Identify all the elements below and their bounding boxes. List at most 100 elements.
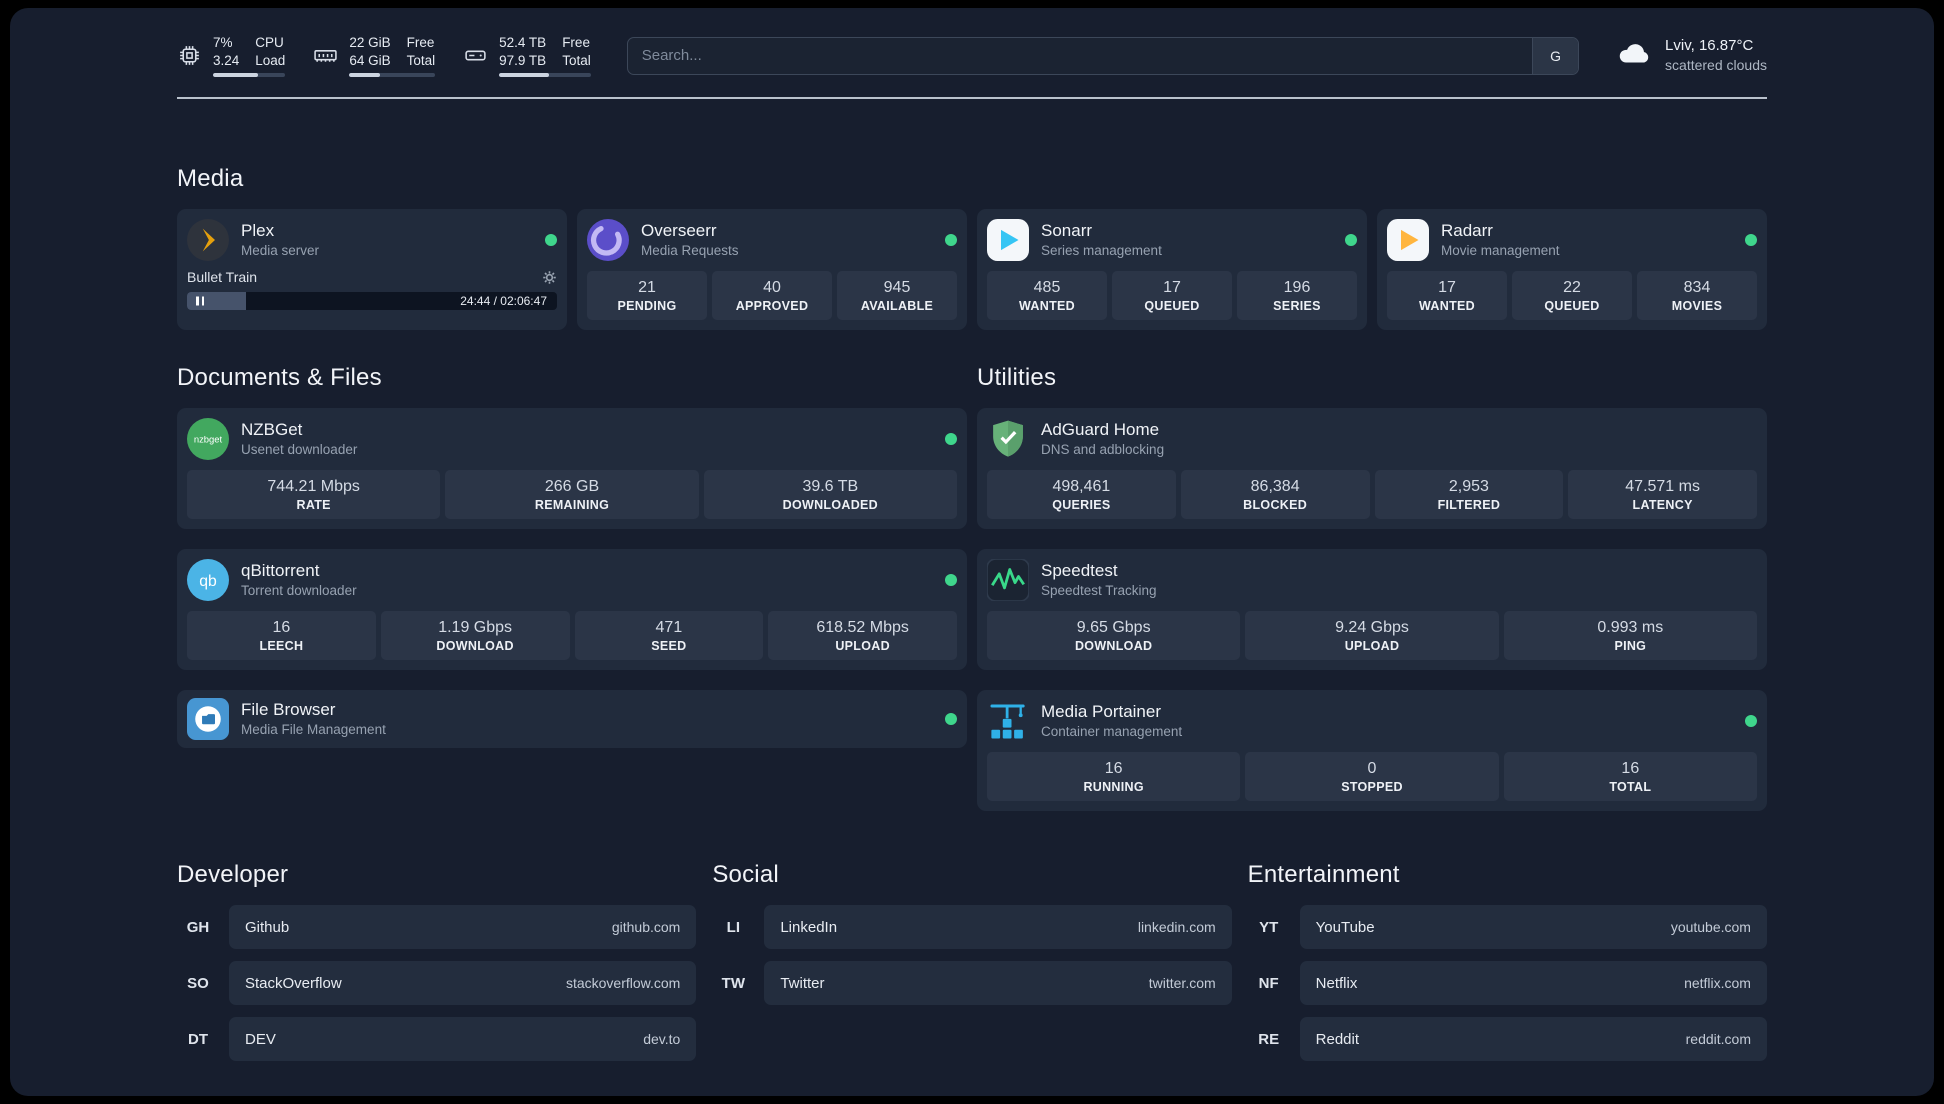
- developer-section: Developer GH Github github.com SO StackO…: [177, 861, 697, 1073]
- portainer-titles: Media Portainer Container management: [1041, 701, 1733, 741]
- bookmark-url: reddit.com: [1685, 1031, 1751, 1048]
- filebrowser-card[interactable]: File Browser Media File Management: [177, 690, 967, 749]
- pause-icon[interactable]: [196, 296, 204, 306]
- service-title: Sonarr: [1041, 221, 1093, 241]
- search-input[interactable]: [627, 37, 1533, 74]
- stat-label: LEECH: [259, 639, 304, 654]
- stat-queued: 22 QUEUED: [1512, 271, 1632, 321]
- stat-value: 744.21 Mbps: [267, 478, 360, 496]
- media-section-title: Media: [177, 165, 244, 193]
- status-dot: [1345, 234, 1357, 247]
- adguard-card[interactable]: AdGuard Home DNS and adblocking 498,461 …: [977, 408, 1767, 530]
- plex-card[interactable]: Plex Media server Bullet Train 24:44 / 0…: [177, 209, 567, 331]
- stat-label: SERIES: [1273, 299, 1321, 314]
- cpu-chip-icon: [177, 43, 202, 68]
- overseerr-card[interactable]: Overseerr Media Requests 21 PENDING 40 A…: [577, 209, 967, 331]
- bookmark-twitter[interactable]: Twitter twitter.com: [764, 961, 1232, 1006]
- speedtest-card[interactable]: Speedtest Speedtest Tracking 9.65 Gbps D…: [977, 549, 1767, 671]
- memory-total-label: Total: [406, 52, 436, 68]
- bookmark-dev[interactable]: DEV dev.to: [229, 1017, 697, 1062]
- cpu-usage-bar: [213, 73, 286, 78]
- stat-value: 47.571 ms: [1625, 478, 1700, 496]
- bookmark-row: DT DEV dev.to: [177, 1017, 697, 1062]
- stat-stopped: 0 STOPPED: [1245, 752, 1499, 802]
- stat-label: SEED: [651, 639, 687, 654]
- service-subtitle: DNS and adblocking: [1041, 442, 1165, 458]
- disk-widget: 52.4 TB Free 97.9 TB Total: [463, 34, 591, 78]
- service-title: qBittorrent: [241, 561, 320, 581]
- bookmark-name: Github: [245, 918, 290, 936]
- bookmark-abbr: YT: [1259, 918, 1279, 936]
- bookmark-name: Twitter: [780, 974, 825, 992]
- qbittorrent-stats: 16 LEECH 1.19 Gbps DOWNLOAD 471 SEED 618…: [187, 611, 957, 661]
- speedtest-titles: Speedtest Speedtest Tracking: [1041, 560, 1757, 600]
- search-provider-button[interactable]: G: [1532, 37, 1579, 74]
- stat-value: 17: [1163, 279, 1181, 297]
- nzbget-icon: nzbget: [187, 418, 229, 461]
- stat-value: 9.24 Gbps: [1335, 619, 1409, 637]
- portainer-card[interactable]: Media Portainer Container management 16 …: [977, 690, 1767, 812]
- stat-value: 39.6 TB: [802, 478, 859, 496]
- weather-location: Lviv, 16.87°C: [1665, 36, 1754, 54]
- stat-download: 1.19 Gbps DOWNLOAD: [380, 611, 570, 661]
- service-title: Speedtest: [1041, 561, 1118, 581]
- settings-gear-icon[interactable]: [542, 270, 557, 285]
- stat-label: TOTAL: [1609, 780, 1652, 795]
- nzbget-card[interactable]: nzbget NZBGet Usenet downloader 744.21 M…: [177, 408, 967, 530]
- bookmark-name: LinkedIn: [780, 918, 838, 936]
- memory-icon: [313, 43, 338, 68]
- bookmark-row: SO StackOverflow stackoverflow.com: [177, 961, 697, 1006]
- cpu-load-value: 3.24: [213, 52, 240, 68]
- stat-label: RUNNING: [1083, 780, 1144, 795]
- plex-titles: Plex Media server: [241, 220, 533, 260]
- qbittorrent-card[interactable]: qb qBittorrent Torrent downloader 16 LEE…: [177, 549, 967, 671]
- sonarr-card[interactable]: Sonarr Series management 485 WANTED 17 Q…: [977, 209, 1367, 331]
- status-dot: [945, 713, 957, 726]
- top-bar: 7% CPU 3.24 Load 22 GiB Free 64 GiB Tota…: [177, 34, 1767, 78]
- stat-label: FILTERED: [1437, 498, 1501, 513]
- service-subtitle: Movie management: [1441, 243, 1560, 259]
- stat-value: 40: [763, 279, 781, 297]
- stat-label: UPLOAD: [1344, 639, 1400, 654]
- stat-value: 471: [655, 619, 683, 637]
- stat-value: 618.52 Mbps: [816, 619, 909, 637]
- bookmark-name: Reddit: [1315, 1030, 1360, 1048]
- stat-wanted: 485 WANTED: [987, 271, 1107, 321]
- stat-label: WANTED: [1019, 299, 1075, 314]
- radarr-titles: Radarr Movie management: [1441, 220, 1733, 260]
- bookmark-github[interactable]: Github github.com: [229, 905, 697, 950]
- bookmark-linkedin[interactable]: LinkedIn linkedin.com: [764, 905, 1232, 950]
- bookmark-name: StackOverflow: [245, 974, 342, 992]
- radarr-card[interactable]: Radarr Movie management 17 WANTED 22 QUE…: [1377, 209, 1767, 331]
- resource-widgets: 7% CPU 3.24 Load 22 GiB Free 64 GiB Tota…: [177, 34, 591, 78]
- stat-label: DOWNLOAD: [436, 639, 514, 654]
- bookmark-youtube[interactable]: YouTube youtube.com: [1299, 905, 1767, 950]
- portainer-stats: 16 RUNNING 0 STOPPED 16 TOTAL: [987, 752, 1757, 802]
- bookmark-reddit[interactable]: Reddit reddit.com: [1299, 1017, 1767, 1062]
- stat-downloaded: 39.6 TB DOWNLOADED: [703, 470, 957, 520]
- weather-condition: scattered clouds: [1665, 57, 1767, 74]
- bookmark-stackoverflow[interactable]: StackOverflow stackoverflow.com: [229, 961, 697, 1006]
- stat-label: RATE: [296, 498, 331, 513]
- social-section-title: Social: [712, 861, 779, 889]
- status-dot: [545, 234, 557, 247]
- cpu-label: CPU: [255, 35, 284, 50]
- memory-readout: 22 GiB Free 64 GiB Total: [349, 34, 436, 78]
- memory-widget: 22 GiB Free 64 GiB Total: [313, 34, 436, 78]
- status-dot: [945, 234, 957, 247]
- utilities-section-title: Utilities: [977, 364, 1057, 392]
- stat-value: 196: [1283, 279, 1311, 297]
- service-subtitle: Media server: [241, 243, 320, 259]
- playback-progress-bar[interactable]: 24:44 / 02:06:47: [187, 292, 557, 311]
- bookmark-netflix[interactable]: Netflix netflix.com: [1299, 961, 1767, 1006]
- stat-value: 945: [883, 279, 911, 297]
- stat-upload: 618.52 Mbps UPLOAD: [768, 611, 957, 661]
- nzbget-header: nzbget NZBGet Usenet downloader: [187, 418, 957, 461]
- memory-free-label: Free: [406, 35, 435, 50]
- bookmark-abbr: RE: [1258, 1030, 1280, 1048]
- stat-available: 945 AVAILABLE: [837, 271, 957, 321]
- bookmark-row: YT YouTube youtube.com: [1248, 905, 1767, 950]
- bookmark-abbr: GH: [186, 918, 210, 936]
- qbittorrent-icon: qb: [187, 559, 229, 602]
- service-subtitle: Torrent downloader: [241, 583, 357, 599]
